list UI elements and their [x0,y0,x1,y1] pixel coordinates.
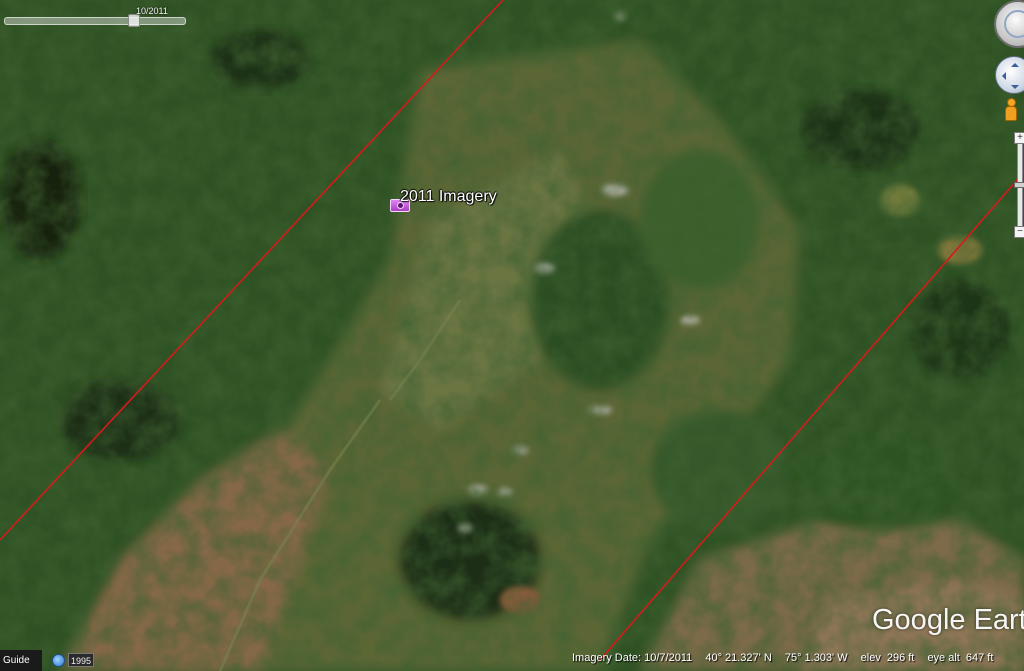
compass-icon[interactable] [994,0,1024,48]
zoom-out-button[interactable]: − [1014,226,1024,238]
imagery-date: Imagery Date: 10/7/2011 [572,652,693,664]
eye-altitude-value: 647 ft [965,652,994,664]
pegman-icon[interactable] [1004,98,1018,124]
clock-history-icon[interactable] [52,654,65,667]
historical-imagery-year[interactable]: 1995 [68,653,94,667]
longitude: 75° 1.303' W [784,652,848,664]
elevation-label: elev [860,652,881,664]
zoom-in-button[interactable]: + [1014,132,1024,144]
navigation-controls: + − [990,0,1024,240]
look-joystick-icon[interactable] [995,56,1024,94]
time-slider[interactable]: 10/2011 [0,4,190,27]
elevation-value: 296 ft [886,652,915,664]
status-bar: Imagery Date: 10/7/2011 40° 21.327' N 75… [572,652,1003,664]
zoom-handle[interactable] [1014,182,1024,188]
eye-altitude-label: eye alt [927,652,960,664]
guide-button[interactable]: Guide [0,650,42,671]
zoom-slider[interactable]: + − [1014,132,1024,240]
latitude: 40° 21.327' N [705,652,772,664]
time-slider-date: 10/2011 [136,6,168,16]
google-earth-watermark: Google Earth [872,604,1024,636]
map-viewport[interactable] [0,0,1024,671]
placemark-label[interactable]: 2011 Imagery [400,188,497,206]
aerial-imagery [0,0,1024,671]
time-slider-track[interactable] [4,17,186,25]
